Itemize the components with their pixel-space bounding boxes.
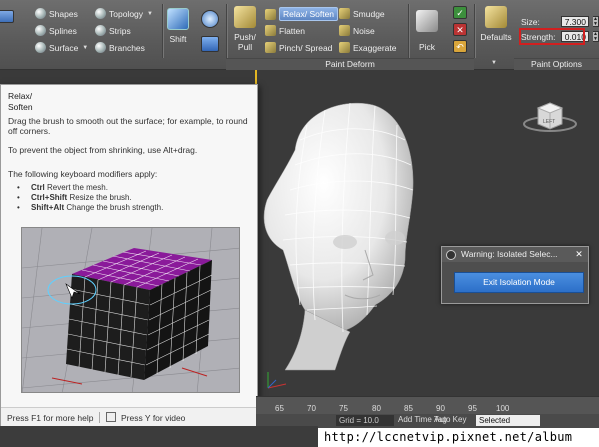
modifier-item: Shift+Alt Change the brush strength.	[17, 203, 163, 213]
grid-cube-preview	[22, 228, 239, 392]
shapes-button[interactable]: Shapes	[35, 8, 78, 19]
auto-key-button[interactable]: Auto Key	[434, 415, 466, 424]
timeline-tick: 75	[339, 404, 348, 413]
watermark-url: http://lccnetvip.pixnet.net/album	[318, 428, 599, 447]
viewcube-label: LEFT	[543, 119, 555, 125]
video-hint: Press Y for video	[121, 413, 186, 423]
selected-dropdown[interactable]: Selected	[476, 415, 540, 426]
splines-icon	[35, 25, 46, 36]
smudge-button[interactable]: Smudge	[339, 8, 385, 19]
timeline-tick: 70	[307, 404, 316, 413]
chevron-down-icon: ▼	[147, 10, 153, 17]
select-icon[interactable]	[201, 36, 219, 52]
tooltip-title: Relax/ Soften	[8, 91, 33, 112]
splines-button[interactable]: Splines	[35, 25, 77, 36]
tooltip-prevent-text: To prevent the object from shrinking, us…	[8, 145, 198, 155]
timeline-tick: 85	[404, 404, 413, 413]
branches-button[interactable]: Branches	[95, 42, 145, 53]
modifier-item: Ctrl Revert the mesh.	[17, 183, 163, 193]
size-input[interactable]: 7.300	[561, 16, 589, 27]
ribbon: Shapes Splines Surface ▼ Topology ▼ Strips…	[0, 0, 599, 70]
strips-icon	[95, 25, 106, 36]
flatten-button[interactable]: Flatten	[265, 25, 305, 36]
exaggerate-icon	[339, 42, 350, 53]
defaults-brush-icon	[485, 6, 507, 28]
ribbon-separator	[474, 4, 475, 58]
noise-button[interactable]: Noise	[339, 25, 375, 36]
shapes-icon	[35, 8, 46, 19]
paint-deform-title: Paint Deform	[226, 58, 474, 70]
flatten-icon	[265, 25, 276, 36]
brush-icon	[234, 6, 256, 28]
undo-icon[interactable]: ↶	[453, 40, 467, 53]
close-icon[interactable]: ✕	[573, 249, 585, 260]
isolation-warning-dialog: Warning: Isolated Selec... ✕ Exit Isolat…	[441, 246, 589, 304]
head-mesh[interactable]	[255, 70, 455, 396]
strength-highlight-box	[519, 28, 585, 45]
branches-icon	[95, 42, 106, 53]
defaults-button[interactable]: Defaults	[478, 6, 514, 42]
tooltip-modifiers-intro: The following keyboard modifiers apply:	[8, 169, 158, 179]
noise-icon	[339, 25, 350, 36]
axis-tripod	[267, 372, 287, 389]
timeline-tick: 80	[372, 404, 381, 413]
cancel-icon[interactable]: ✕	[453, 23, 467, 36]
ribbon-separator	[162, 4, 163, 58]
exit-isolation-button[interactable]: Exit Isolation Mode	[454, 272, 584, 293]
push-pull-button[interactable]: Push/ Pull	[231, 6, 259, 52]
chevron-down-icon: ▼	[82, 44, 89, 51]
timeline-tick: 100	[496, 404, 510, 413]
tooltip-footer: Press F1 for more help Press Y for video	[1, 407, 257, 426]
check-icon[interactable]: ✓	[453, 6, 467, 19]
shift-button[interactable]: Shift	[166, 8, 190, 44]
grid-readout: Grid = 10.0	[336, 415, 394, 426]
timeline-tick: 65	[275, 404, 284, 413]
surface-icon	[35, 42, 46, 53]
tooltip-relax-soften: Relax/ Soften Drag the brush to smooth o…	[0, 84, 258, 426]
exaggerate-button[interactable]: Exaggerate	[339, 42, 396, 53]
tooltip-description: Drag the brush to smooth out the surface…	[8, 116, 248, 136]
defaults-dropdown[interactable]: ▼	[490, 60, 497, 66]
paint-options-title: Paint Options	[514, 58, 599, 70]
timeline[interactable]: 65 70 75 80 85 90 95 100	[256, 396, 599, 414]
strength-spinner[interactable]: ▲ ▼	[593, 31, 599, 42]
viewcube[interactable]: LEFT	[520, 96, 580, 136]
topology-icon	[95, 8, 106, 19]
size-spinner[interactable]: ▲ ▼	[593, 16, 599, 27]
timeline-tick: 90	[436, 404, 445, 413]
size-field: Size: 7.300 ▲ ▼	[521, 16, 599, 27]
timeline-tick: 95	[468, 404, 477, 413]
chevron-down-icon: ▼	[491, 60, 497, 66]
pick-icon	[416, 10, 438, 32]
pinch-spread-button[interactable]: Pinch/ Spread	[265, 42, 332, 53]
smudge-icon	[339, 8, 350, 19]
relax-soften-button[interactable]: Relax/ Soften	[265, 7, 339, 21]
ribbon-left-dropdown[interactable]	[0, 10, 14, 23]
surface-button[interactable]: Surface ▼	[35, 42, 88, 53]
help-hint: Press F1 for more help	[7, 413, 94, 423]
pick-button[interactable]: Pick	[414, 10, 440, 52]
bottom-left-strip	[0, 426, 318, 447]
move-icon[interactable]	[201, 10, 219, 28]
ribbon-separator	[226, 4, 227, 58]
ribbon-separator	[408, 4, 409, 58]
strips-button[interactable]: Strips	[95, 25, 131, 36]
warning-icon	[446, 250, 456, 260]
video-icon	[106, 412, 116, 422]
relax-icon	[265, 8, 276, 20]
footer-divider	[99, 412, 100, 423]
tooltip-modifiers-list: Ctrl Revert the mesh. Ctrl+Shift Resize …	[17, 183, 163, 213]
topology-button[interactable]: Topology ▼	[95, 8, 153, 19]
shift-icon	[167, 8, 189, 30]
warning-title: Warning: Isolated Selec...	[442, 247, 588, 262]
tooltip-preview-image	[21, 227, 240, 393]
pinch-icon	[265, 42, 276, 53]
modifier-item: Ctrl+Shift Resize the brush.	[17, 193, 163, 203]
